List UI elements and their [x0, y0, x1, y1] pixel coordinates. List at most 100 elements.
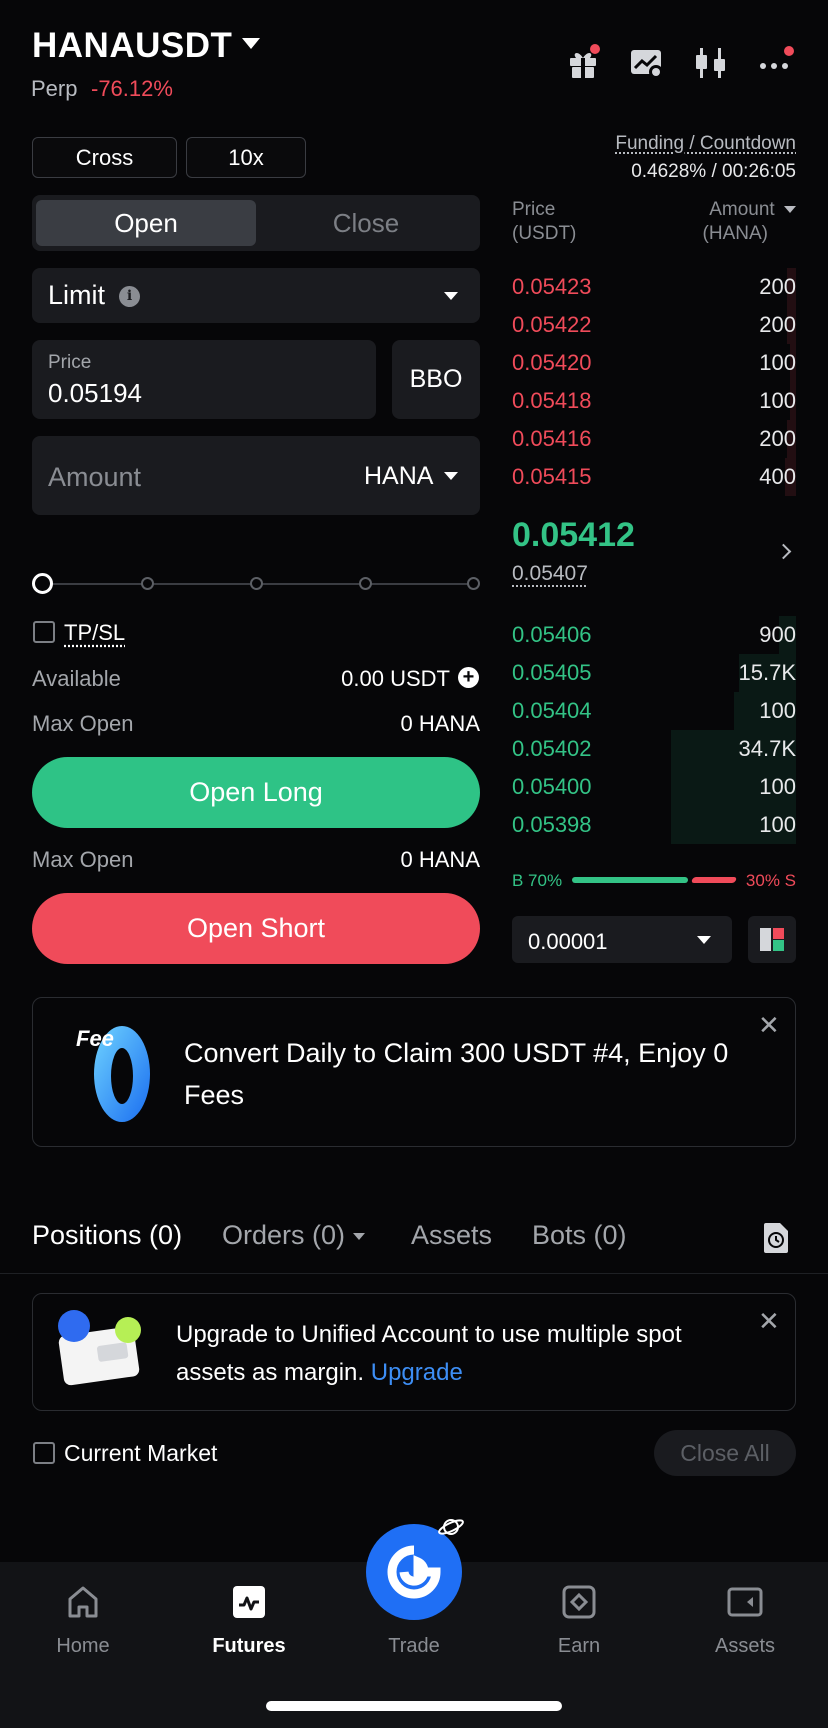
ask-amount: 100 — [759, 350, 796, 375]
max-open-long-value: 0 HANA — [400, 711, 480, 736]
slider-step[interactable] — [467, 577, 480, 590]
symbol-title[interactable]: HANAUSDT — [32, 26, 232, 66]
open-short-button[interactable]: Open Short — [32, 893, 480, 964]
nav-home[interactable]: Home — [23, 1583, 143, 1658]
nav-earn[interactable]: Earn — [519, 1583, 639, 1658]
funding-value: 0.4628% / 00:26:05 — [631, 161, 796, 182]
chevron-down-icon — [353, 1233, 366, 1241]
ask-amount: 200 — [759, 426, 796, 451]
bid-row[interactable]: 0.05406 900 — [512, 616, 796, 654]
margin-mode-button[interactable]: Cross — [32, 137, 177, 178]
tab-close[interactable]: Close — [256, 200, 476, 246]
price-value[interactable]: 0.05194 — [48, 378, 142, 409]
close-icon[interactable]: ✕ — [758, 1306, 780, 1337]
ask-amount: 200 — [759, 312, 796, 337]
symbol-dropdown-icon[interactable] — [242, 38, 260, 49]
close-icon[interactable]: ✕ — [758, 1010, 780, 1041]
bid-price: 0.05406 — [512, 622, 592, 647]
history-icon[interactable] — [762, 1222, 790, 1259]
amount-unit-select[interactable]: HANA — [364, 462, 433, 491]
bid-amount: 34.7K — [738, 736, 797, 761]
nav-futures[interactable]: Futures — [189, 1583, 309, 1658]
bid-price: 0.05404 — [512, 698, 592, 723]
ob-price-header: Price (USDT) — [512, 199, 577, 244]
ask-row[interactable]: 0.05420 100 — [512, 344, 796, 382]
earn-icon — [560, 1583, 598, 1621]
ob-amount-header[interactable]: Amount (HANA) — [703, 198, 796, 246]
chevron-right-icon[interactable] — [775, 543, 792, 560]
sell-ratio-bar — [690, 877, 738, 883]
current-market-checkbox[interactable] — [33, 1442, 55, 1464]
chevron-down-icon — [444, 292, 458, 300]
upgrade-text: Upgrade to Unified Account to use multip… — [176, 1321, 682, 1386]
tab-assets[interactable]: Assets — [411, 1220, 492, 1251]
home-icon — [64, 1583, 102, 1621]
ask-amount: 100 — [759, 388, 796, 413]
ask-price: 0.05415 — [512, 464, 592, 489]
candlestick-icon[interactable] — [694, 46, 728, 80]
current-market-label[interactable]: Current Market — [64, 1440, 217, 1467]
mark-price: 0.05407 — [512, 562, 588, 585]
ask-row[interactable]: 0.05422 200 — [512, 306, 796, 344]
ask-row[interactable]: 0.05423 200 — [512, 268, 796, 306]
close-all-button[interactable]: Close All — [654, 1430, 796, 1476]
bid-row[interactable]: 0.05398 100 — [512, 806, 796, 844]
open-long-button[interactable]: Open Long — [32, 757, 480, 828]
bid-row[interactable]: 0.05402 34.7K — [512, 730, 796, 768]
ask-row[interactable]: 0.05418 100 — [512, 382, 796, 420]
nav-assets[interactable]: Assets — [685, 1583, 805, 1658]
price-label: Price — [48, 352, 92, 373]
max-open-label: Max Open — [32, 847, 134, 872]
home-indicator — [266, 1701, 562, 1711]
funding-label[interactable]: Funding / Countdown — [615, 133, 796, 155]
info-icon[interactable]: i — [119, 286, 140, 307]
slider-step[interactable] — [250, 577, 263, 590]
chart-settings-icon[interactable] — [630, 46, 664, 80]
tpsl-label[interactable]: TP/SL — [64, 620, 125, 646]
ask-row[interactable]: 0.05416 200 — [512, 420, 796, 458]
ask-price: 0.05422 — [512, 312, 592, 337]
tab-open[interactable]: Open — [36, 200, 256, 246]
slider-step[interactable] — [141, 577, 154, 590]
tab-positions[interactable]: Positions (0) — [32, 1220, 182, 1251]
chevron-down-icon — [784, 206, 796, 214]
bid-amount: 900 — [759, 622, 796, 647]
ask-row[interactable]: 0.05415 400 — [512, 458, 796, 496]
ask-price: 0.05416 — [512, 426, 592, 451]
bid-row[interactable]: 0.05405 15.7K — [512, 654, 796, 692]
ask-price: 0.05423 — [512, 274, 592, 299]
tab-orders[interactable]: Orders (0) — [222, 1220, 366, 1251]
book-layout-button[interactable] — [748, 916, 796, 963]
market-type: Perp — [31, 76, 78, 101]
bid-amount: 100 — [759, 698, 796, 723]
slider-handle[interactable] — [32, 573, 53, 594]
max-open-label: Max Open — [32, 711, 134, 736]
amount-placeholder: Amount — [48, 462, 142, 492]
slider-step[interactable] — [359, 577, 372, 590]
bid-row[interactable]: 0.05400 100 — [512, 768, 796, 806]
buy-ratio-bar — [572, 877, 688, 883]
max-open-short-value: 0 HANA — [400, 847, 480, 872]
bid-amount: 100 — [759, 812, 796, 837]
chevron-down-icon — [697, 936, 711, 944]
add-funds-icon[interactable]: + — [458, 667, 479, 688]
tab-bots[interactable]: Bots (0) — [532, 1220, 627, 1251]
ask-amount: 200 — [759, 274, 796, 299]
sell-ratio: 30% S — [745, 871, 796, 890]
ask-amount: 400 — [759, 464, 796, 489]
promo-text: Convert Daily to Claim 300 USDT #4, Enjo… — [184, 1038, 729, 1110]
leverage-button[interactable]: 10x — [186, 137, 306, 178]
bid-row[interactable]: 0.05404 100 — [512, 692, 796, 730]
gift-icon[interactable] — [566, 44, 600, 80]
planet-icon — [436, 1512, 466, 1547]
available-label: Available — [32, 666, 121, 691]
tab-divider — [0, 1273, 828, 1274]
last-price: 0.05412 — [512, 516, 635, 554]
bid-price: 0.05402 — [512, 736, 592, 761]
fee-badge: Fee — [76, 1026, 114, 1051]
bbo-button[interactable]: BBO — [392, 340, 480, 419]
tpsl-checkbox[interactable] — [33, 621, 55, 643]
nav-trade-label[interactable]: Trade — [354, 1635, 474, 1658]
more-icon[interactable] — [758, 46, 794, 80]
upgrade-link[interactable]: Upgrade — [371, 1359, 463, 1386]
